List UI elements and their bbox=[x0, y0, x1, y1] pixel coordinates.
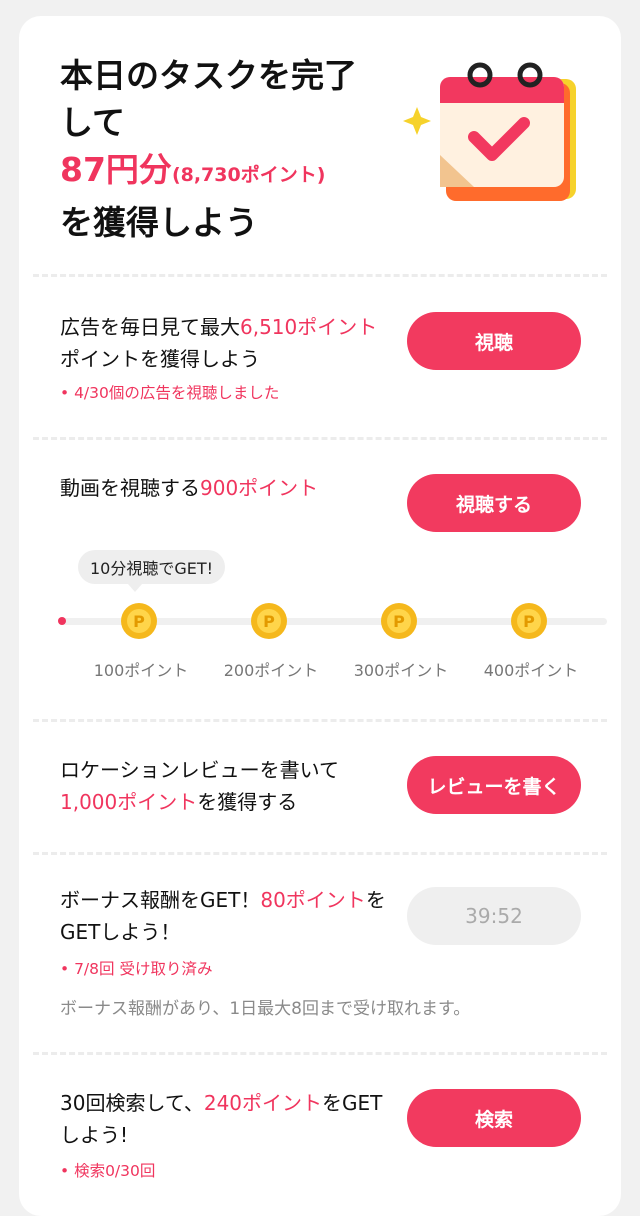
milestone-label: 200ポイント bbox=[223, 661, 319, 680]
svg-text:P: P bbox=[133, 612, 145, 631]
calendar-check-icon bbox=[403, 62, 576, 201]
task-review-points: 1,000ポイント bbox=[60, 790, 198, 814]
hero-amount: 87円分 bbox=[60, 150, 172, 189]
task-review-title-pre: ロケーションレビューを書いて bbox=[60, 758, 339, 782]
p-coin-icon: P bbox=[251, 603, 287, 639]
p-coin-icon: P bbox=[511, 603, 547, 639]
divider bbox=[33, 1052, 607, 1055]
task-search-title-pre: 30回検索して、 bbox=[60, 1091, 204, 1115]
task-ads-title: 広告を毎日見て最大6,510ポイントポイントを獲得しよう bbox=[60, 311, 390, 375]
task-bonus-status: • 7/8回 受け取り済み bbox=[60, 960, 213, 978]
task-search-title: 30回検索して、240ポイントをGETしよう! bbox=[60, 1087, 395, 1151]
bonus-timer-button[interactable]: 39:52 bbox=[407, 887, 581, 945]
milestone-label: 300ポイント bbox=[353, 661, 449, 680]
task-bonus-title-pre: ボーナス報酬をGET！ bbox=[60, 888, 261, 912]
task-ads-points: 6,510ポイント bbox=[240, 315, 378, 339]
svg-text:P: P bbox=[263, 612, 275, 631]
divider bbox=[33, 852, 607, 855]
watch-video-button[interactable]: 視聴する bbox=[407, 474, 581, 532]
svg-text:P: P bbox=[393, 612, 405, 631]
hero-title-line1: 本日のタスクを完了して bbox=[60, 56, 357, 142]
p-coin-icon: P bbox=[121, 603, 157, 639]
task-bonus-note: ボーナス報酬があり、1日最大8回まで受け取れます。 bbox=[60, 999, 471, 1019]
task-bonus-title: ボーナス報酬をGET！80ポイントをGETしよう！ bbox=[60, 884, 395, 948]
video-tooltip-tail bbox=[128, 584, 142, 592]
task-ads-title-pre: 広告を毎日見て最大 bbox=[60, 315, 240, 339]
write-review-button[interactable]: レビューを書く bbox=[407, 756, 581, 814]
p-coin-icon: P bbox=[381, 603, 417, 639]
task-review-title: ロケーションレビューを書いて 1,000ポイントを獲得する bbox=[60, 754, 390, 818]
search-button[interactable]: 検索 bbox=[407, 1089, 581, 1147]
divider bbox=[33, 437, 607, 440]
task-ads-status: • 4/30個の広告を視聴しました bbox=[60, 384, 280, 402]
hero-title-line3: を獲得しよう bbox=[60, 203, 258, 242]
divider bbox=[33, 719, 607, 722]
task-review-title-post: を獲得する bbox=[197, 790, 298, 814]
task-video-title: 動画を視聴する900ポイント bbox=[60, 472, 318, 504]
task-search-status: • 検索0/30回 bbox=[60, 1162, 156, 1180]
milestone-label: 400ポイント bbox=[483, 661, 579, 680]
task-search-points: 240ポイント bbox=[203, 1091, 323, 1115]
task-bonus-points: 80ポイント bbox=[260, 888, 366, 912]
hero-title: 本日のタスクを完了して 87円分(8,730ポイント) を獲得しよう bbox=[60, 52, 360, 246]
video-progress-indicator bbox=[58, 617, 66, 625]
task-ads-title-post: ポイントを獲得しよう bbox=[60, 347, 260, 371]
divider bbox=[33, 274, 607, 277]
task-video-title-pre: 動画を視聴する bbox=[60, 476, 200, 500]
hero-amount-points: (8,730ポイント) bbox=[171, 164, 326, 186]
hero-section: 本日のタスクを完了して 87円分(8,730ポイント) を獲得しよう bbox=[60, 52, 360, 246]
milestone-label: 100ポイント bbox=[93, 661, 189, 680]
video-tooltip: 10分視聴でGET! bbox=[78, 550, 226, 584]
task-video-points: 900ポイント bbox=[200, 476, 319, 500]
watch-ads-button[interactable]: 視聴 bbox=[407, 312, 581, 370]
svg-text:P: P bbox=[523, 612, 535, 631]
